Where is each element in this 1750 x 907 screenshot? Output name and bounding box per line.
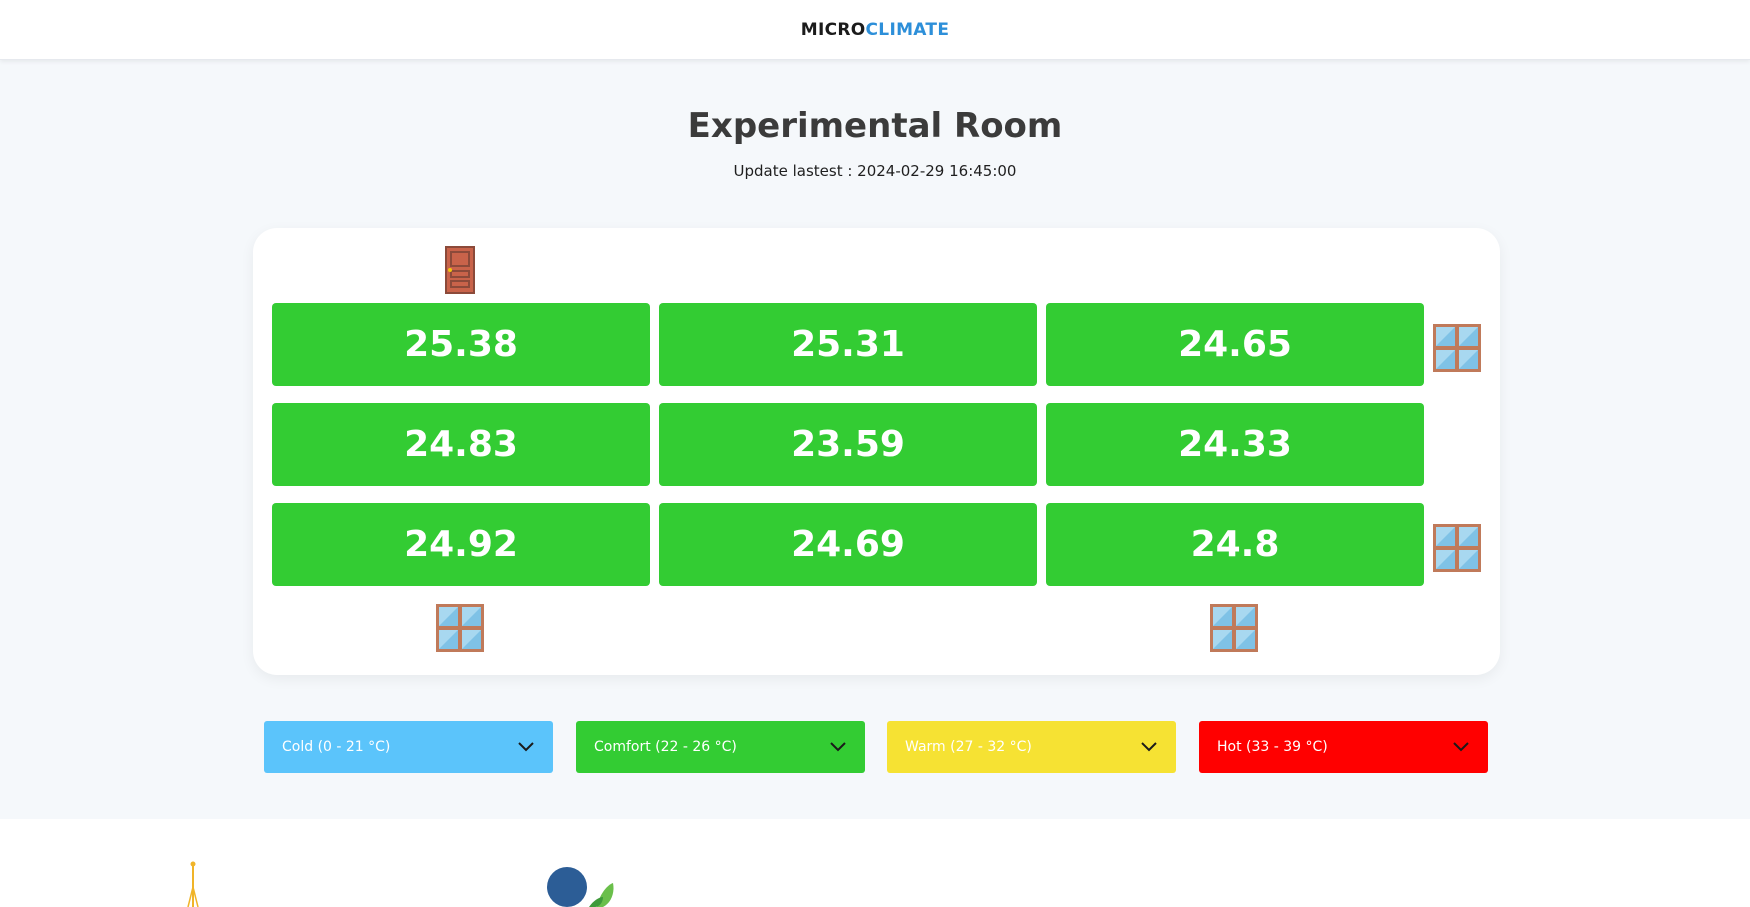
legend-hot-dropdown[interactable]: Hot (33 - 39 °C) [1199, 721, 1488, 773]
sensor-cell-4[interactable]: 24.83 [272, 403, 650, 486]
door-icon [445, 246, 475, 294]
brand-logo[interactable]: MICROCLIMATE [801, 20, 949, 40]
tower-logo-icon [187, 861, 199, 907]
sensor-cell-1[interactable]: 25.38 [272, 303, 650, 386]
window-icon [436, 604, 484, 652]
legend-cold-label: Cold (0 - 21 °C) [282, 739, 391, 755]
legend-warm-label: Warm (27 - 32 °C) [905, 739, 1032, 755]
legend-comfort-dropdown[interactable]: Comfort (22 - 26 °C) [576, 721, 865, 773]
legend-comfort-label: Comfort (22 - 26 °C) [594, 739, 737, 755]
last-update-text: Update lastest : 2024-02-29 16:45:00 [733, 162, 1017, 180]
window-icon [1433, 324, 1481, 372]
sensor-cell-6[interactable]: 24.33 [1046, 403, 1424, 486]
room-floor-plan: 25.38 25.31 24.65 24.83 23.59 24.33 24.9… [253, 228, 1500, 675]
sensor-cell-2[interactable]: 25.31 [659, 303, 1037, 386]
legend-cold-dropdown[interactable]: Cold (0 - 21 °C) [264, 721, 553, 773]
sensor-cell-8[interactable]: 24.69 [659, 503, 1037, 586]
brand-part-climate: CLIMATE [865, 19, 950, 40]
window-icon [1433, 524, 1481, 572]
chevron-down-icon [518, 742, 534, 752]
top-navbar: MICROCLIMATE [0, 0, 1750, 60]
brand-part-micro: MICRO [800, 19, 866, 40]
sensor-cell-3[interactable]: 24.65 [1046, 303, 1424, 386]
footer [0, 819, 1750, 907]
chevron-down-icon [1453, 742, 1469, 752]
chevron-down-icon [1141, 742, 1157, 752]
sensor-cell-9[interactable]: 24.8 [1046, 503, 1424, 586]
window-icon [1210, 604, 1258, 652]
sensor-cell-5[interactable]: 23.59 [659, 403, 1037, 486]
chevron-down-icon [830, 742, 846, 752]
page-title: Experimental Room [687, 106, 1063, 146]
organization-logo-icon [547, 867, 614, 907]
legend-warm-dropdown[interactable]: Warm (27 - 32 °C) [887, 721, 1176, 773]
sensor-cell-7[interactable]: 24.92 [272, 503, 650, 586]
legend-hot-label: Hot (33 - 39 °C) [1217, 739, 1328, 755]
